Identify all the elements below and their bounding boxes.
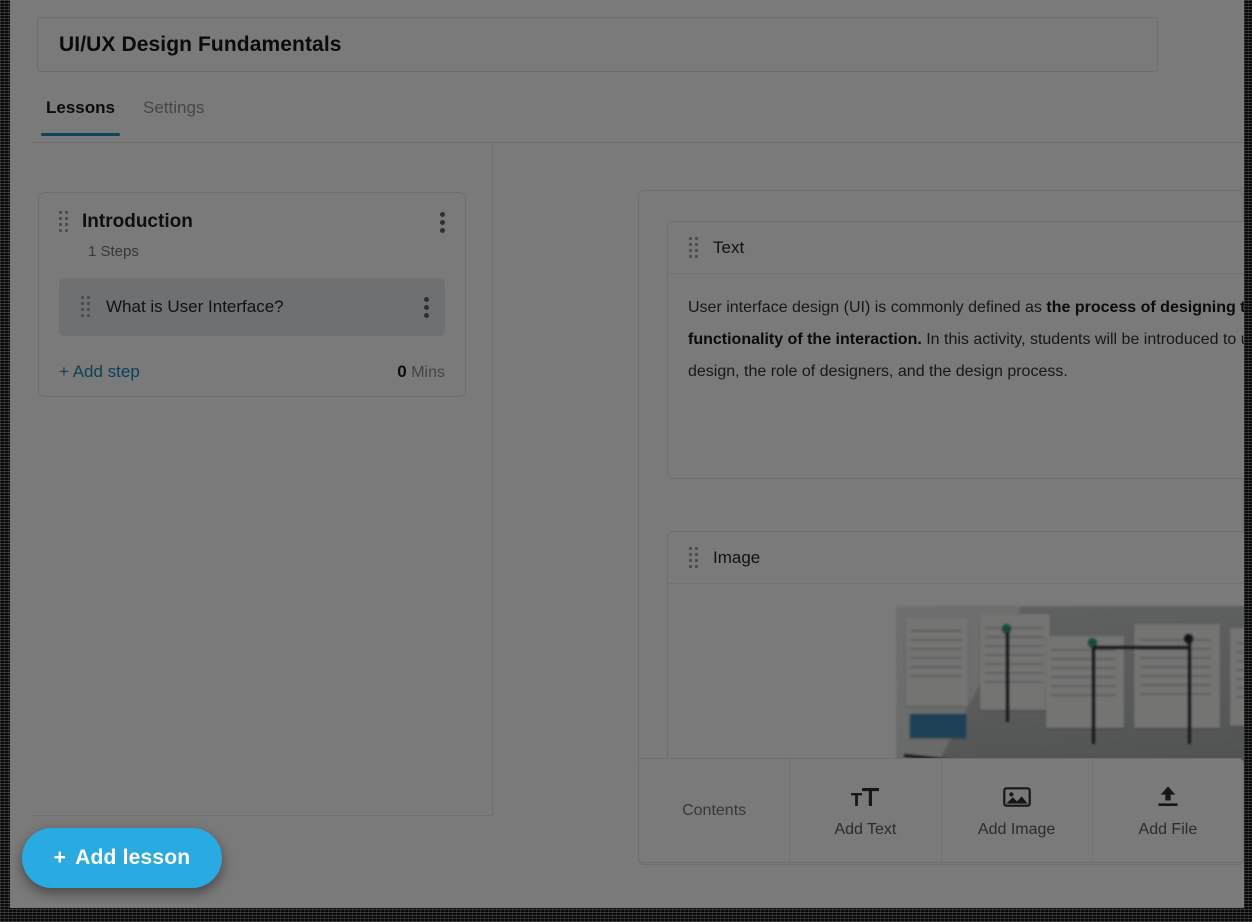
content-block-text-body[interactable]: User interface design (UI) is commonly d… (668, 274, 1244, 406)
panel-divider (492, 143, 493, 815)
add-text-button[interactable]: Add Text (790, 759, 942, 862)
paragraph-line: User interface design (UI) is commonly d… (688, 292, 1244, 324)
sidebar-footer-divider (32, 815, 492, 816)
toolbar-item-label: Add Text (834, 820, 897, 838)
lesson-steps-count: 1 Steps (88, 243, 139, 260)
drag-handle-icon[interactable] (59, 211, 68, 233)
screenshot-edge-right (1244, 0, 1252, 922)
text-block-drag-handle-icon[interactable] (689, 236, 698, 259)
text-run-bold: the process of designing the look and (1046, 299, 1244, 316)
toolbar-item-label: Add Image (977, 820, 1056, 838)
content-toolbar: Contents Add Text Add Image Add File (638, 758, 1244, 863)
step-drag-handle-icon[interactable] (81, 296, 90, 318)
add-step-button[interactable]: + Add step (59, 362, 140, 382)
tab-bar: Lessons Settings (32, 95, 1244, 143)
content-block-image-header: Image (668, 532, 1244, 584)
list-item[interactable]: What is User Interface? (59, 278, 445, 336)
lesson-duration-unit: Mins (411, 364, 445, 381)
lesson-title: Introduction (82, 211, 193, 232)
lesson-card[interactable]: Introduction 1 Steps What is User Interf… (38, 192, 466, 397)
tab-settings[interactable]: Settings (129, 95, 218, 136)
add-lesson-button[interactable]: + Add lesson (22, 828, 222, 888)
screenshot-viewport: UI/UX Design Fundamentals Lessons Settin… (0, 0, 1252, 922)
plus-icon: + (53, 846, 67, 869)
content-block-image-title: Image (713, 547, 761, 567)
tab-settings-label: Settings (142, 98, 205, 117)
add-image-button[interactable]: Add Image (942, 759, 1093, 862)
tab-lessons-label: Lessons (46, 98, 115, 117)
toolbar-item-label: Add File (1138, 820, 1198, 838)
lesson-duration-value: 0 (397, 362, 407, 381)
text-run: In this activity, students will be intro… (926, 331, 1244, 348)
image-block-drag-handle-icon[interactable] (689, 546, 698, 569)
course-title-field[interactable]: UI/UX Design Fundamentals (37, 17, 1158, 72)
content-block-text[interactable]: Text User interface design (UI) is commo… (667, 221, 1244, 479)
add-file-button[interactable]: Add File (1093, 759, 1243, 862)
paragraph-line: design, the role of designers, and the d… (688, 356, 1244, 388)
step-title: What is User Interface? (106, 297, 284, 316)
screenshot-edge-bottom (0, 908, 1252, 922)
lesson-duration: 0 Mins (397, 362, 445, 382)
content-block-text-title: Text (713, 237, 745, 257)
tab-lessons[interactable]: Lessons (32, 95, 129, 136)
toolbar-item-label: Contents (682, 801, 747, 819)
image-icon (1002, 783, 1031, 811)
page-title: UI/UX Design Fundamentals (59, 32, 342, 56)
content-block-text-header: Text (668, 222, 1244, 274)
step-kebab-menu-icon[interactable] (424, 296, 429, 318)
text-run: User interface design (UI) is commonly d… (688, 299, 1047, 316)
toolbar-contents-label: Contents (639, 759, 791, 862)
lesson-card-header: Introduction (59, 211, 445, 233)
text-size-icon (850, 783, 880, 811)
app-surface: UI/UX Design Fundamentals Lessons Settin… (10, 0, 1244, 908)
paragraph-line: functionality of the interaction. In thi… (688, 324, 1244, 356)
text-run-bold: functionality of the interaction. (688, 331, 922, 348)
screenshot-edge-left (0, 0, 10, 922)
lesson-kebab-menu-icon[interactable] (440, 211, 445, 233)
text-run: design, the role of designers, and the d… (688, 363, 1068, 380)
add-lesson-label: Add lesson (75, 846, 191, 869)
upload-icon (1155, 783, 1181, 811)
lesson-card-footer: + Add step 0 Mins (59, 362, 445, 382)
